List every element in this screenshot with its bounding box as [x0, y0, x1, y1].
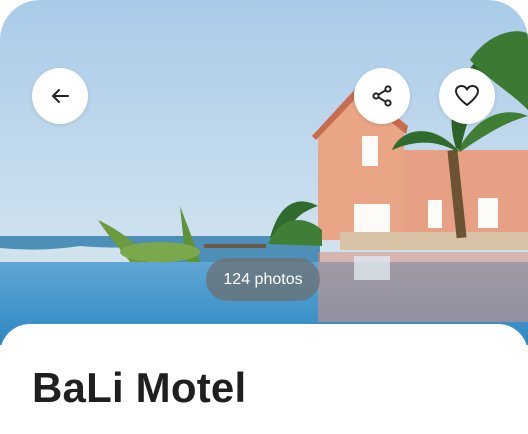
listing-title: BaLi Motel [32, 364, 247, 411]
photo-count-button[interactable]: 124 photos [206, 258, 320, 301]
favorite-button[interactable] [439, 68, 495, 124]
details-sheet: BaLi Motel [0, 324, 528, 434]
back-button[interactable] [32, 68, 88, 124]
arrow-left-icon [52, 89, 69, 103]
share-button[interactable] [354, 68, 410, 124]
hero-photo[interactable]: 124 photos [0, 0, 528, 345]
heart-icon [455, 85, 479, 106]
share-icon [372, 85, 392, 107]
photo-count-label: 124 photos [223, 270, 303, 288]
